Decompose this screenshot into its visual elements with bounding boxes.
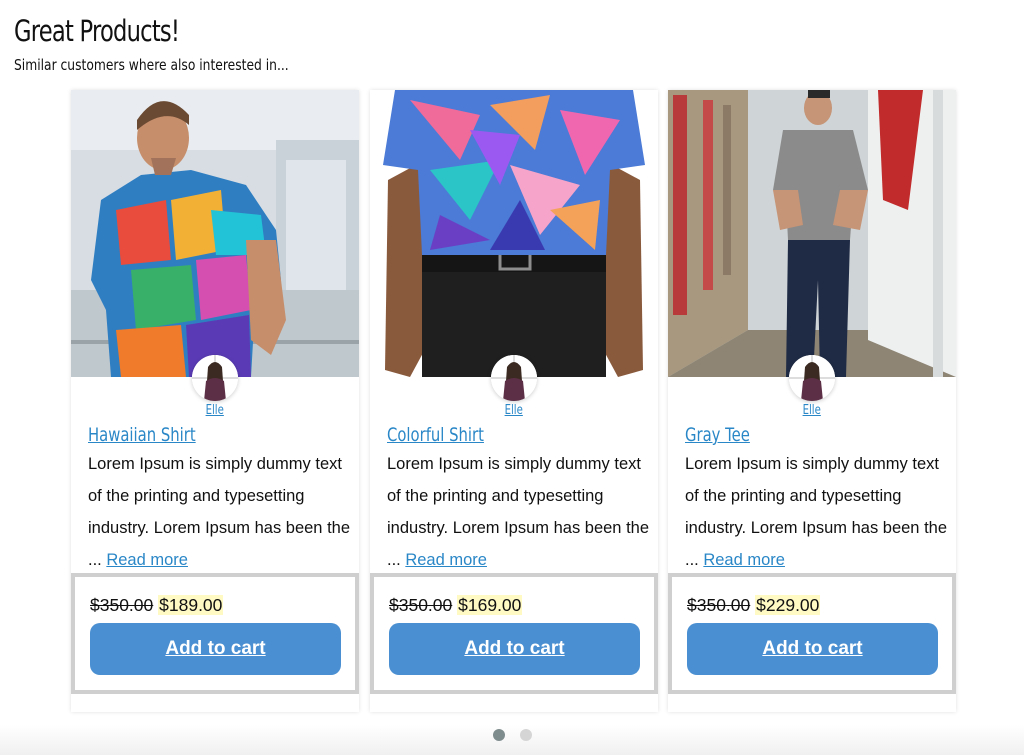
pagination-dot-1[interactable] [493,729,505,741]
author-name-link[interactable]: Elle [505,403,523,418]
man-in-colorful-hawaiian-shirt-photo [71,90,359,377]
sale-price: $229.00 [755,595,821,615]
product-card-colorful-shirt: Elle Colorful Shirt Lorem Ipsum is simpl… [370,90,658,712]
product-description: Lorem Ipsum is simply dummy text of the … [685,448,947,576]
product-title-link[interactable]: Colorful Shirt [387,424,484,446]
author-avatar[interactable] [192,355,238,401]
original-price: $350.00 [389,595,453,615]
author-name-link[interactable]: Elle [206,403,224,418]
product-title-link[interactable]: Hawaiian Shirt [88,424,196,446]
page-subtitle: Similar customers where also interested … [14,56,289,74]
page-title: Great Products! [14,14,180,48]
author-portrait-icon [789,355,835,401]
price-box: $350.00 $229.00 Add to cart [668,573,956,694]
price-box: $350.00 $189.00 Add to cart [71,573,359,694]
colorful-pattern-shirt-photo [370,90,658,377]
page-bottom-shade [0,725,1024,755]
product-image-hawaiian-shirt[interactable] [71,90,359,377]
price-line: $350.00 $229.00 [687,595,821,616]
product-card-gray-tee: Elle Gray Tee Lorem Ipsum is simply dumm… [668,90,956,712]
product-author: Elle [370,355,658,425]
product-author: Elle [668,355,956,425]
product-card-hawaiian-shirt: Elle Hawaiian Shirt Lorem Ipsum is simpl… [71,90,359,712]
original-price: $350.00 [687,595,751,615]
author-portrait-icon [491,355,537,401]
price-box: $350.00 $169.00 Add to cart [370,573,658,694]
read-more-link[interactable]: Read more [703,551,785,569]
price-line: $350.00 $169.00 [389,595,523,616]
product-image-colorful-shirt[interactable] [370,90,658,377]
product-title-link[interactable]: Gray Tee [685,424,750,446]
product-description: Lorem Ipsum is simply dummy text of the … [88,448,350,576]
add-to-cart-button[interactable]: Add to cart [389,623,640,675]
price-line: $350.00 $189.00 [90,595,224,616]
add-to-cart-button[interactable]: Add to cart [687,623,938,675]
author-portrait-icon [192,355,238,401]
product-carousel: Elle Hawaiian Shirt Lorem Ipsum is simpl… [71,90,957,712]
man-in-gray-tee-street-photo [668,90,956,377]
product-author: Elle [71,355,359,425]
read-more-link[interactable]: Read more [106,551,188,569]
read-more-link[interactable]: Read more [405,551,487,569]
author-avatar[interactable] [491,355,537,401]
pagination-dot-2[interactable] [520,729,532,741]
product-image-gray-tee[interactable] [668,90,956,377]
author-name-link[interactable]: Elle [803,403,821,418]
original-price: $350.00 [90,595,154,615]
sale-price: $169.00 [457,595,523,615]
add-to-cart-button[interactable]: Add to cart [90,623,341,675]
author-avatar[interactable] [789,355,835,401]
sale-price: $189.00 [158,595,224,615]
product-description: Lorem Ipsum is simply dummy text of the … [387,448,649,576]
